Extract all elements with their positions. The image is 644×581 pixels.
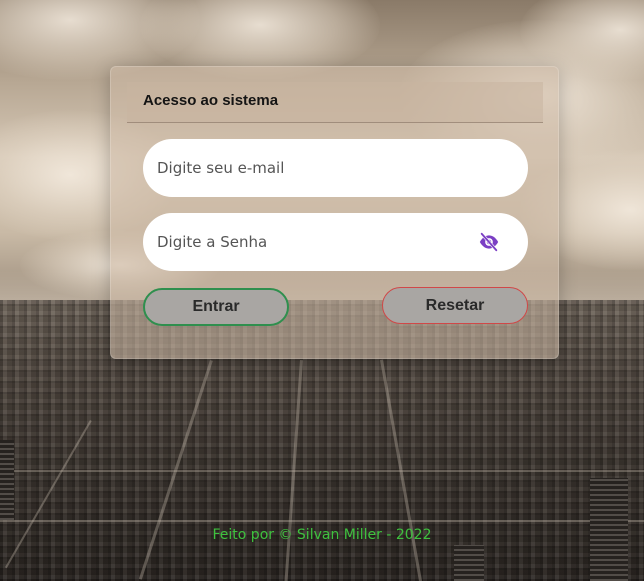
reset-button[interactable]: Resetar xyxy=(382,287,528,324)
login-card: Acesso ao sistema Entrar Resetar xyxy=(110,66,559,359)
tower xyxy=(454,545,484,581)
login-card-header: Acesso ao sistema xyxy=(127,82,543,123)
tower xyxy=(0,440,14,520)
footer-credit: Feito por © Silvan Miller - 2022 xyxy=(212,527,432,543)
password-input[interactable] xyxy=(143,213,528,271)
eye-slash-icon[interactable] xyxy=(478,231,500,253)
road xyxy=(0,520,644,522)
road xyxy=(0,470,644,472)
password-field-wrapper xyxy=(143,213,528,271)
page-background: Acesso ao sistema Entrar Resetar Feito p… xyxy=(0,0,644,581)
login-title: Acesso ao sistema xyxy=(143,92,279,109)
enter-button[interactable]: Entrar xyxy=(143,288,289,326)
email-input[interactable] xyxy=(143,139,528,197)
